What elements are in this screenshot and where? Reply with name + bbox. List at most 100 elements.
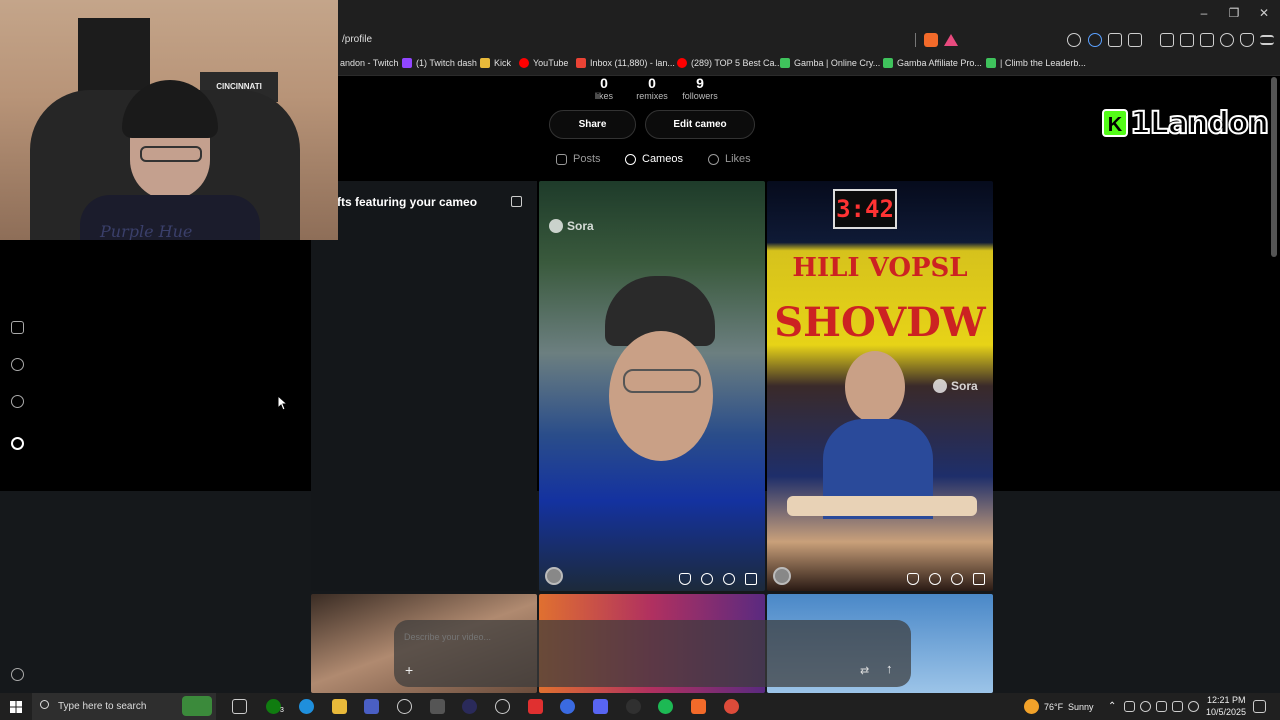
heart-icon[interactable] (679, 573, 691, 585)
sora-icon (549, 219, 563, 233)
gamba-icon (883, 58, 893, 68)
bookmark-item[interactable]: (1) Twitch dash (402, 58, 477, 68)
remix-icon[interactable] (951, 573, 963, 585)
bookmark-item[interactable]: Inbox (11,880) - lan... (576, 58, 675, 68)
xbox-badge: 3 (280, 707, 284, 714)
file-explorer-icon[interactable] (332, 699, 347, 714)
taskbar-search[interactable]: Type here to search (32, 693, 216, 720)
hotdog-plates (787, 496, 977, 516)
weather-sun-icon[interactable] (1024, 699, 1039, 714)
chrome-icon[interactable] (724, 699, 739, 714)
calculator-icon[interactable] (430, 699, 445, 714)
microphone-icon[interactable] (1156, 701, 1167, 712)
tray-cloud-icon[interactable] (1140, 701, 1151, 712)
menu-icon[interactable] (1260, 35, 1274, 45)
sidebar-toggle-icon[interactable] (1180, 33, 1194, 47)
bookmark-item[interactable]: Gamba Affiliate Pro... (883, 58, 982, 68)
network-icon[interactable] (1172, 701, 1183, 712)
spotify-icon[interactable] (658, 699, 673, 714)
app-blue-icon[interactable] (560, 699, 575, 714)
bookmark-item[interactable]: | Climb the Leaderb... (986, 58, 1086, 68)
media-player-icon[interactable] (462, 699, 477, 714)
stat-value: 9 (696, 75, 704, 91)
url-text[interactable]: /profile (342, 34, 372, 45)
heart-icon[interactable] (907, 573, 919, 585)
creator-avatar[interactable] (545, 567, 563, 585)
obs-icon[interactable] (626, 699, 641, 714)
steam-icon[interactable] (397, 699, 412, 714)
stat-value: 0 (648, 75, 656, 91)
comment-icon[interactable] (701, 573, 713, 585)
share-button[interactable]: Share (549, 110, 636, 139)
edge-icon[interactable] (299, 699, 314, 714)
music-icon[interactable] (1160, 33, 1174, 47)
search-placeholder: Type here to search (58, 701, 147, 712)
wallet-icon[interactable] (1200, 33, 1214, 47)
store-icon[interactable] (364, 699, 379, 714)
restore-button[interactable]: ❐ (1224, 6, 1244, 20)
brave-shields-icon[interactable] (924, 33, 938, 47)
tray-chevron-icon[interactable]: ⌃ (1108, 701, 1116, 712)
describe-video-input[interactable] (404, 632, 844, 642)
reader-icon[interactable] (1067, 33, 1081, 47)
minimize-button[interactable]: – (1194, 6, 1214, 20)
weather-temp[interactable]: 76°F (1044, 702, 1063, 712)
clock-time[interactable]: 12:21 PM (1207, 695, 1246, 705)
windows-start-icon[interactable] (10, 701, 22, 713)
extensions-icon[interactable] (1108, 33, 1122, 47)
card-actions (679, 573, 757, 585)
tray-device-icon[interactable] (1124, 701, 1135, 712)
tab-posts[interactable]: Posts (556, 153, 601, 165)
cameo-card[interactable]: 3:42 HILI VOPSL SHOVDW Sora (767, 181, 993, 591)
drafts-panel[interactable] (311, 181, 537, 591)
remix-icon[interactable] (723, 573, 735, 585)
settings-icon[interactable] (495, 699, 510, 714)
sidebar-profile-icon[interactable] (11, 437, 24, 450)
share-icon[interactable] (973, 573, 985, 585)
tab-likes[interactable]: Likes (708, 153, 751, 165)
add-media-button[interactable]: + (405, 662, 413, 678)
close-button[interactable]: ✕ (1254, 6, 1274, 20)
brave-rewards-icon[interactable] (944, 34, 958, 46)
page-scrollbar[interactable] (1271, 77, 1277, 257)
bookmark-item[interactable]: (289) TOP 5 Best Ca... (677, 58, 782, 68)
comment-icon[interactable] (929, 573, 941, 585)
gmail-icon (576, 58, 586, 68)
bookmark-item[interactable]: Kick (480, 58, 511, 68)
leo-ai-icon[interactable] (1220, 33, 1234, 47)
brave-icon[interactable] (691, 699, 706, 714)
audio-icon[interactable] (1088, 33, 1102, 47)
stat-followers[interactable]: 9 followers (675, 75, 725, 101)
send-button[interactable]: ↑ (886, 661, 893, 676)
vpn-shield-icon[interactable] (1240, 33, 1254, 47)
weather-desc[interactable]: Sunny (1068, 702, 1094, 712)
bookmark-item[interactable]: andon - Twitch (340, 58, 398, 68)
discord-icon[interactable] (593, 699, 608, 714)
play-icon (556, 153, 567, 165)
streamer-name: 1Landon (1129, 105, 1270, 142)
volume-icon[interactable] (1188, 701, 1199, 712)
banner-text-bottom: SHOVDW (774, 299, 986, 346)
xbox-icon[interactable] (266, 699, 281, 714)
clock-date[interactable]: 10/5/2025 (1206, 707, 1246, 717)
screenshot-icon[interactable] (1128, 33, 1142, 47)
cameo-card[interactable]: Sora (539, 181, 765, 591)
app-red-icon[interactable] (528, 699, 543, 714)
tab-cameos[interactable]: Cameos (625, 153, 683, 165)
sidebar-search-icon[interactable] (11, 358, 24, 371)
notifications-icon[interactable] (1253, 700, 1266, 713)
sidebar-settings-icon[interactable] (11, 668, 24, 681)
edit-cameo-button[interactable]: Edit cameo (645, 110, 755, 139)
bookmark-item[interactable]: Gamba | Online Cry... (780, 58, 880, 68)
stat-label: likes (594, 91, 613, 101)
drafts-expand-icon[interactable] (511, 196, 522, 207)
sidebar-notifications-icon[interactable] (11, 395, 24, 408)
task-view-icon[interactable] (232, 699, 247, 714)
sidebar-video-icon[interactable] (11, 321, 24, 334)
search-highlight-icon[interactable] (182, 696, 212, 716)
creator-avatar[interactable] (773, 567, 791, 585)
scoreboard: 3:42 (833, 189, 897, 229)
share-icon[interactable] (745, 573, 757, 585)
settings-button[interactable]: ⇄ (860, 664, 869, 677)
bookmark-item[interactable]: YouTube (519, 58, 568, 68)
